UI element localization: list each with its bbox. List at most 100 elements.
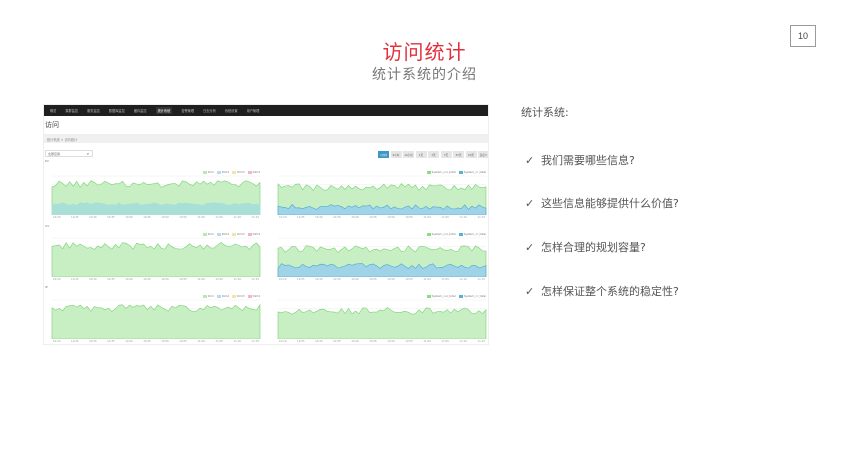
x-tick-label: 10:55 [405, 278, 413, 281]
x-tick-label: 10:25 [297, 278, 305, 281]
x-tick-label: 10:30 [315, 340, 323, 343]
nav-item[interactable]: 数据库监控 [109, 108, 125, 113]
chart-panel: Dim Dim2 Dim3 Dim4 10:20 10:25 10:30 10:35 10:40… [44, 165, 263, 223]
time-range-buttons: 1小时 6小时 12小时 1天 3天 7天 30天 90天 自定义 [378, 151, 488, 158]
series-area-primary [51, 242, 261, 277]
nav-item[interactable]: 缓存监控 [134, 108, 147, 113]
x-axis-ticks: 10:20 10:25 10:30 10:35 10:40 10:45 10:50 10:55… [279, 278, 485, 281]
x-tick-label: 11:05 [215, 340, 223, 343]
x-tick-label: 10:40 [351, 340, 359, 343]
x-axis-ticks: 10:20 10:25 10:30 10:35 10:40 10:45 10:50 10:55… [279, 216, 485, 219]
list-item: ✓ 这些信息能够提供什么价值? [525, 195, 679, 211]
x-tick-label: 10:20 [279, 216, 287, 219]
list-item-text: 怎样合理的规划容量? [541, 241, 646, 254]
chevron-down-icon: ▼ [86, 152, 89, 156]
chart-panel: System_cur_total System_cr_total 10:20 10:2… [270, 289, 488, 344]
area-chart [277, 299, 487, 339]
time-range-button[interactable]: 6小时 [390, 151, 402, 158]
x-tick-label: 11:05 [441, 216, 449, 219]
x-tick-label: 10:40 [125, 278, 133, 281]
area-chart [51, 299, 261, 339]
x-tick-label: 10:55 [179, 340, 187, 343]
x-tick-label: 10:20 [53, 216, 61, 219]
x-tick-label: 11:15 [477, 340, 485, 343]
nav-item[interactable]: 用户管理 [247, 108, 260, 113]
series-area-primary [51, 303, 261, 339]
nav-item[interactable]: 告警管理 [181, 108, 194, 113]
area-chart [51, 237, 261, 277]
check-icon: ✓ [525, 240, 535, 254]
app-select[interactable]: 全部应用 ▼ [45, 150, 93, 157]
x-tick-label: 10:50 [387, 340, 395, 343]
nav-item[interactable]: 日志分析 [203, 108, 216, 113]
nav-item[interactable]: 概览 [50, 108, 56, 113]
check-icon: ✓ [525, 284, 535, 298]
list-item-text: 怎样保证整个系统的稳定性? [541, 285, 679, 298]
x-tick-label: 10:40 [125, 216, 133, 219]
list-item: ✓ 我们需要哪些信息? [525, 152, 635, 168]
x-tick-label: 10:55 [179, 278, 187, 281]
time-range-button[interactable]: 1小时 [378, 151, 389, 158]
nav-item[interactable]: 系统设置 [225, 108, 238, 113]
x-tick-label: 10:50 [161, 216, 169, 219]
x-tick-label: 10:20 [53, 278, 61, 281]
slide-title: 访问统计 [382, 40, 467, 64]
nav-item[interactable]: 统计系统 [155, 107, 173, 114]
x-tick-label: 10:20 [279, 340, 287, 343]
x-tick-label: 11:05 [215, 278, 223, 281]
x-tick-label: 10:20 [53, 340, 61, 343]
x-tick-label: 11:15 [251, 278, 259, 281]
x-tick-label: 10:40 [125, 340, 133, 343]
x-tick-label: 11:10 [459, 340, 467, 343]
x-tick-label: 10:40 [351, 278, 359, 281]
x-tick-label: 11:10 [459, 216, 467, 219]
x-tick-label: 10:45 [369, 216, 377, 219]
x-tick-label: 10:50 [387, 216, 395, 219]
x-tick-label: 11:15 [477, 278, 485, 281]
x-tick-label: 10:55 [179, 216, 187, 219]
x-tick-label: 10:30 [89, 340, 97, 343]
area-chart [277, 175, 487, 215]
chart-panel: System_cur_total System_cr_total 10:20 10:2… [270, 165, 488, 223]
area-chart [51, 175, 261, 215]
x-tick-label: 10:50 [387, 278, 395, 281]
chart-panel: System_cur_total System_cr_total 10:20 10:2… [270, 227, 488, 285]
x-tick-label: 10:45 [143, 216, 151, 219]
slide-subtitle: 统计系统的介绍 [372, 67, 477, 83]
x-tick-label: 10:30 [89, 278, 97, 281]
x-tick-label: 11:15 [251, 216, 259, 219]
x-tick-label: 11:05 [441, 340, 449, 343]
time-range-button[interactable]: 自定义 [478, 151, 488, 158]
x-tick-label: 10:35 [107, 278, 115, 281]
dashboard-nav: 概览 集群监控 服务监控 数据库监控 缓存监控 统计系统 告警管理 日志分析 系统设置 用户管理 [44, 105, 488, 116]
time-range-button[interactable]: 12小时 [403, 151, 414, 158]
time-range-button[interactable]: 90天 [465, 151, 477, 158]
time-range-button[interactable]: 30天 [453, 151, 464, 158]
x-tick-label: 10:45 [143, 340, 151, 343]
nav-item[interactable]: 服务监控 [87, 108, 100, 113]
x-tick-label: 11:00 [423, 216, 431, 219]
dashboard-page-title: 访问 [45, 121, 59, 129]
time-range-button[interactable]: 3天 [428, 151, 439, 158]
x-tick-label: 10:35 [333, 340, 341, 343]
list-item-text: 我们需要哪些信息? [541, 154, 635, 167]
x-tick-label: 10:45 [143, 278, 151, 281]
list-item: ✓ 怎样保证整个系统的稳定性? [525, 283, 679, 299]
x-tick-label: 10:40 [351, 216, 359, 219]
chart-panel: Dim Dim2 Dim3 Dim4 10:20 10:25 10:30 10:35 10:40… [44, 227, 263, 285]
time-range-button[interactable]: 7天 [440, 151, 452, 158]
app-select-value: 全部应用 [48, 152, 61, 156]
x-axis-ticks: 10:20 10:25 10:30 10:35 10:40 10:45 10:50 10:55… [53, 278, 259, 281]
time-range-button[interactable]: 1天 [415, 151, 427, 158]
x-tick-label: 11:05 [215, 216, 223, 219]
x-tick-label: 10:55 [405, 216, 413, 219]
list-item-text: 这些信息能够提供什么价值? [541, 197, 679, 210]
x-axis-ticks: 10:20 10:25 10:30 10:35 10:40 10:45 10:50 10:55… [279, 340, 485, 343]
x-axis-ticks: 10:20 10:25 10:30 10:35 10:40 10:45 10:50 10:55… [53, 340, 259, 343]
breadcrumb: 统计系统 > 访问统计 [44, 134, 488, 143]
area-chart [277, 237, 487, 277]
x-tick-label: 11:00 [197, 340, 205, 343]
chart-panel: Dim Dim2 Dim3 Dim4 10:20 10:25 10:30 10:35 10:40… [44, 289, 263, 344]
nav-item[interactable]: 集群监控 [65, 108, 78, 113]
x-tick-label: 10:20 [279, 278, 287, 281]
